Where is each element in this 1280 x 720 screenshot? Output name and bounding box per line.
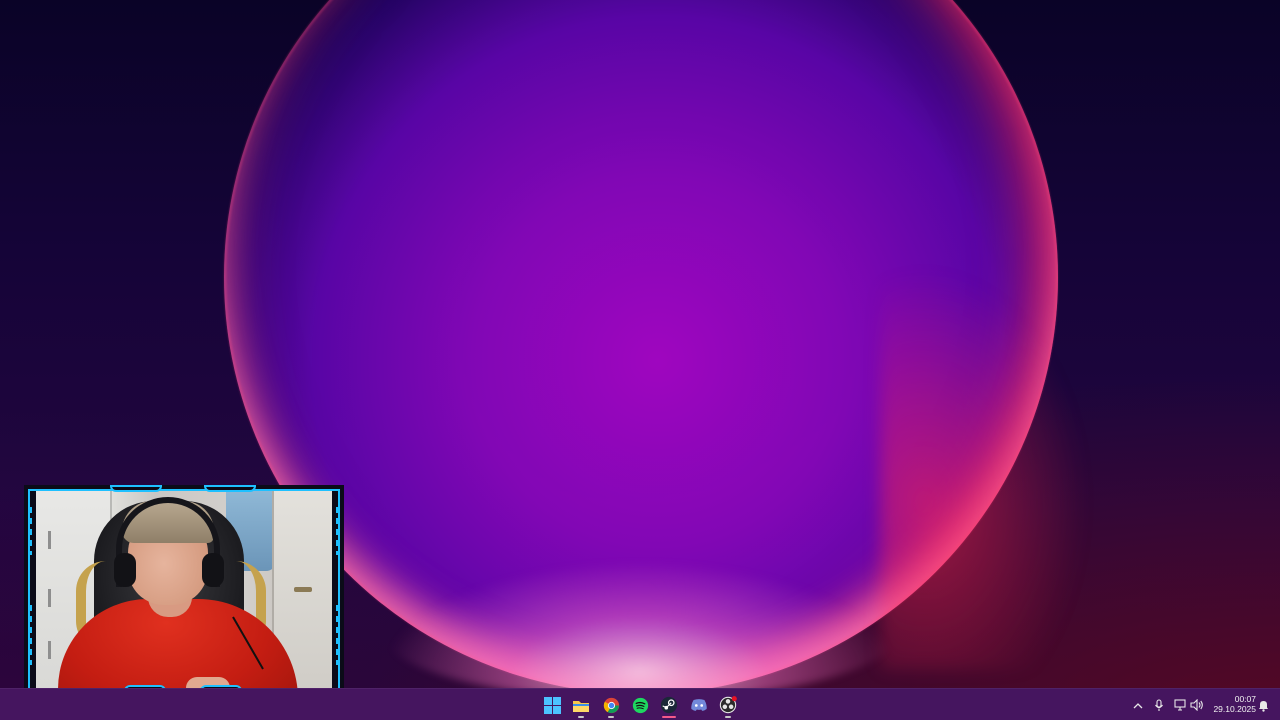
door-handle: [294, 587, 312, 592]
webcam-feed: [36, 491, 332, 699]
frame-side-decoration: [28, 605, 32, 665]
obs-icon[interactable]: [716, 693, 740, 718]
clock-time: 00:07: [1234, 694, 1256, 704]
desktop[interactable]: 00:07 29.10.2025: [0, 0, 1280, 720]
chevron-up-icon[interactable]: [1130, 697, 1146, 713]
spotify-icon[interactable]: [628, 693, 652, 717]
chrome-icon[interactable]: [599, 693, 623, 718]
steam-icon[interactable]: [657, 693, 681, 718]
running-indicator: [578, 716, 584, 718]
clock-date: 29.10.2025: [1213, 704, 1256, 714]
active-indicator: [662, 716, 676, 718]
webcam-overlay: [24, 485, 344, 707]
frame-tab-top: [110, 485, 162, 492]
headset-cup-right: [202, 553, 224, 587]
notification-icon[interactable]: [1255, 697, 1271, 713]
volume-icon[interactable]: [1189, 697, 1205, 713]
network-icon[interactable]: [1172, 697, 1188, 713]
frame-side-decoration: [28, 507, 32, 555]
taskbar: 00:07 29.10.2025: [0, 688, 1280, 720]
wallpaper-glow-right: [880, 250, 1100, 670]
cabinet-handle: [48, 641, 51, 659]
folder-icon[interactable]: [569, 693, 593, 718]
taskbar-clock[interactable]: 00:07 29.10.2025: [1206, 694, 1256, 714]
windows-icon[interactable]: [540, 693, 564, 717]
running-indicator: [725, 716, 731, 718]
frame-side-decoration: [336, 605, 340, 665]
running-indicator: [608, 716, 614, 718]
cabinet-handle: [48, 589, 51, 607]
cabinet-handle: [48, 531, 51, 549]
microphone-icon[interactable]: [1151, 697, 1167, 713]
frame-side-decoration: [336, 507, 340, 555]
headset-cup-left: [114, 553, 136, 587]
wallpaper-glow-bottom: [380, 560, 900, 700]
discord-icon[interactable]: [687, 693, 711, 717]
frame-tab-top: [204, 485, 256, 492]
